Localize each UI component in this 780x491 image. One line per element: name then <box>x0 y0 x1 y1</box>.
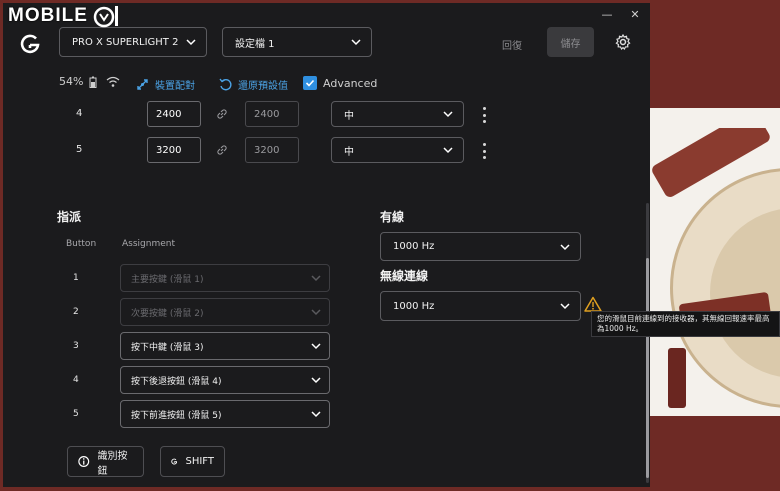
chevron-down-icon <box>560 303 570 310</box>
assignment-label: 主要按鍵 (滑鼠 1) <box>131 274 204 285</box>
watermark-text: MOBILE <box>8 5 88 26</box>
dpi-row-index: 5 <box>76 144 83 155</box>
wireless-rate-select[interactable]: 1000 Hz <box>380 291 581 321</box>
more-options-icon[interactable] <box>481 107 487 123</box>
wireless-signal-icon <box>107 76 120 87</box>
dpi-level-select[interactable]: 中 <box>331 101 464 127</box>
wireless-rate-tooltip: 您的滑鼠目前連線到的接收器，其無線回報速率最高為1000 Hz。 <box>591 311 780 337</box>
app-window: — ✕ PRO X SUPERLIGHT 2 設定檔 1 回復 儲存 54% 裝… <box>3 3 650 487</box>
chevron-down-icon <box>351 39 361 46</box>
reset-defaults-link[interactable]: 還原預設值 <box>219 77 288 92</box>
g-shift-icon <box>171 458 178 465</box>
assignment-label: 按下中鍵 (滑鼠 3) <box>131 342 204 353</box>
reset-icon <box>219 78 232 91</box>
advanced-label: Advanced <box>323 76 378 90</box>
assignment-select[interactable]: 按下前進按鈕 (滑鼠 5) <box>120 400 330 428</box>
assignment-select: 主要按鍵 (滑鼠 1) <box>120 264 330 292</box>
assignment-title: 指派 <box>57 210 82 224</box>
minimize-button[interactable]: — <box>600 7 614 21</box>
dpi-row-index: 4 <box>76 108 83 119</box>
assignment-label: 按下前進按鈕 (滑鼠 5) <box>131 410 222 421</box>
wireless-title: 無線連線 <box>380 269 429 283</box>
chevron-down-icon <box>311 275 321 282</box>
reset-defaults-label: 還原預設值 <box>238 81 288 92</box>
button-number: 3 <box>73 341 79 351</box>
gear-icon[interactable] <box>615 34 631 50</box>
dpi-level-select[interactable]: 中 <box>331 137 464 163</box>
scrollbar-thumb[interactable] <box>646 258 649 478</box>
pair-device-label: 裝置配對 <box>155 81 195 92</box>
undo-button[interactable]: 回復 <box>502 37 522 52</box>
device-select-label: PRO X SUPERLIGHT 2 <box>72 36 179 48</box>
watermark: MOBILE <box>8 4 120 28</box>
link-chain-icon[interactable] <box>216 108 228 120</box>
advanced-checkbox[interactable] <box>303 76 317 90</box>
logitech-g-logo-icon <box>20 34 40 54</box>
assignment-label: 按下後退按鈕 (滑鼠 4) <box>131 376 222 387</box>
assignment-label: 次要按鍵 (滑鼠 2) <box>131 308 204 319</box>
link-chain-icon[interactable] <box>216 144 228 156</box>
warning-icon[interactable] <box>584 296 602 312</box>
close-button[interactable]: ✕ <box>628 7 642 21</box>
wired-title: 有線 <box>380 210 405 224</box>
window-controls: — ✕ <box>600 7 642 21</box>
info-icon <box>78 456 90 467</box>
battery-level: 54% <box>59 75 84 88</box>
assignment-select[interactable]: 按下後退按鈕 (滑鼠 4) <box>120 366 330 394</box>
dpi-level-label: 中 <box>344 146 354 158</box>
chevron-down-icon <box>311 343 321 350</box>
more-options-icon[interactable] <box>481 143 487 159</box>
dpi-y-input[interactable]: 2400 <box>245 101 299 127</box>
pair-icon <box>137 79 148 90</box>
dpi-x-input[interactable]: 3200 <box>147 137 201 163</box>
profile-select[interactable]: 設定檔 1 <box>222 27 372 57</box>
dpi-level-label: 中 <box>344 110 354 122</box>
identify-buttons-button[interactable]: 識別按鈕 <box>67 446 144 477</box>
shift-button[interactable]: SHIFT <box>160 446 225 477</box>
status-row: 54% <box>59 75 121 88</box>
column-header-button: Button <box>66 239 97 249</box>
wireless-rate-label: 1000 Hz <box>393 300 435 312</box>
chevron-down-icon <box>560 243 570 250</box>
button-number: 5 <box>73 409 79 419</box>
pair-device-link[interactable]: 裝置配對 <box>136 77 195 92</box>
chevron-down-icon <box>311 309 321 316</box>
assignment-select: 次要按鍵 (滑鼠 2) <box>120 298 330 326</box>
background-photo <box>650 128 780 416</box>
dpi-y-input[interactable]: 3200 <box>245 137 299 163</box>
wired-rate-label: 1000 Hz <box>393 241 435 252</box>
chevron-down-icon <box>443 147 453 154</box>
column-header-assignment: Assignment <box>122 239 175 249</box>
button-number: 2 <box>73 307 79 317</box>
save-button[interactable]: 儲存 <box>547 27 594 57</box>
battery-icon <box>89 76 97 88</box>
dpi-x-input[interactable]: 2400 <box>147 101 201 127</box>
chevron-down-icon <box>186 39 196 46</box>
chevron-down-icon <box>311 377 321 384</box>
shift-label: SHIFT <box>185 456 214 467</box>
button-number: 4 <box>73 375 79 385</box>
profile-select-label: 設定檔 1 <box>235 38 275 50</box>
chevron-down-icon <box>311 411 321 418</box>
chevron-down-icon <box>443 111 453 118</box>
identify-buttons-label: 識別按鈕 <box>97 450 128 477</box>
assignment-select[interactable]: 按下中鍵 (滑鼠 3) <box>120 332 330 360</box>
button-number: 1 <box>73 273 79 283</box>
wired-rate-select[interactable]: 1000 Hz <box>380 232 581 261</box>
device-select[interactable]: PRO X SUPERLIGHT 2 <box>59 27 207 57</box>
checkmark-icon <box>305 79 315 87</box>
advanced-toggle[interactable]: Advanced <box>303 76 377 90</box>
watermark-logo-icon <box>93 6 118 28</box>
